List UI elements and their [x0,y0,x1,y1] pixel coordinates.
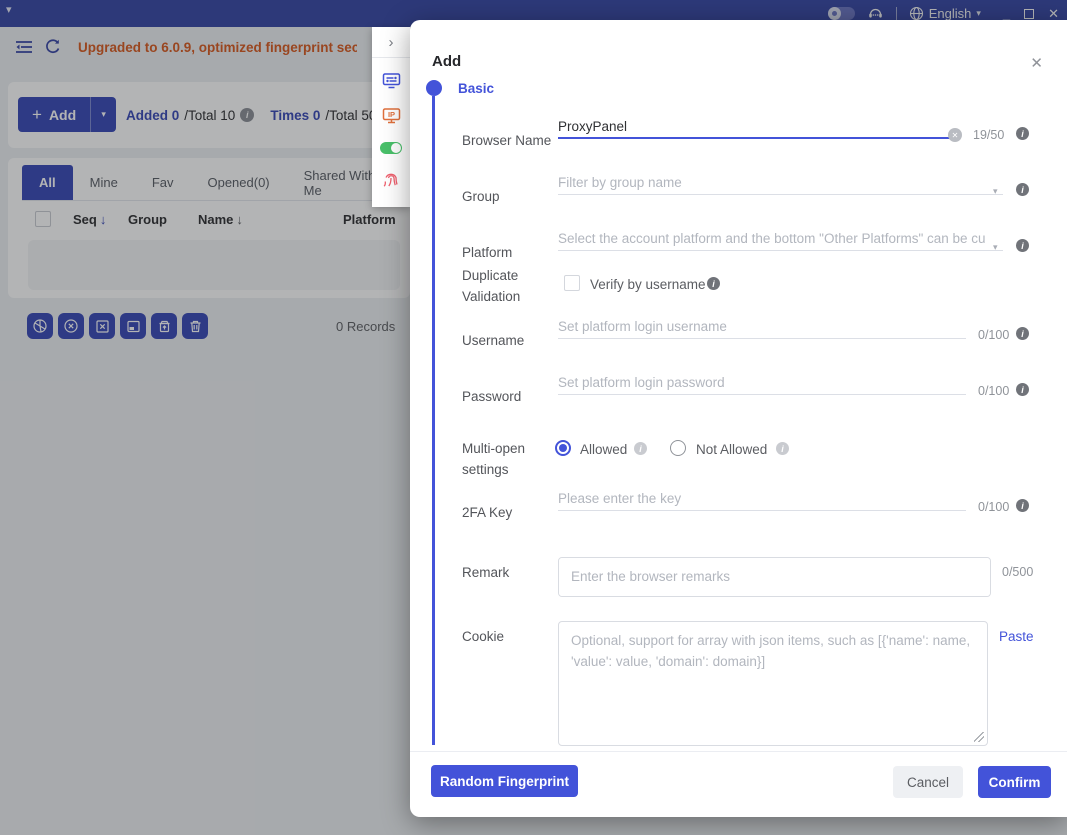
cookie-textarea[interactable] [558,621,988,746]
password-counter: 0/100 [978,384,1009,398]
proxy-toggle-icon[interactable] [380,142,402,154]
not-allowed-label[interactable]: Not Allowed [696,442,767,457]
password-label: Password [462,389,521,404]
verify-username-checkbox[interactable] [564,275,580,291]
platform-info-icon[interactable]: i [1016,239,1029,252]
remark-counter: 0/500 [1002,565,1033,579]
footer-divider [410,751,1067,752]
remark-label: Remark [462,565,509,580]
browser-name-counter: 19/50 [973,128,1004,142]
cancel-button[interactable]: Cancel [893,766,963,798]
not-allowed-info-icon[interactable]: i [776,442,789,455]
collapse-strip-chevron-icon[interactable]: › [389,27,394,57]
resize-handle[interactable] [974,732,984,742]
allowed-info-icon[interactable]: i [634,442,647,455]
username-counter: 0/100 [978,328,1009,342]
verify-username-label: Verify by username [590,277,706,292]
add-dialog: Add ✕ Basic Browser Name ✕ 19/50 i Group… [410,20,1067,817]
ip-monitor-icon[interactable]: IP [382,107,401,125]
twofa-counter: 0/100 [978,500,1009,514]
password-input[interactable] [558,371,966,395]
username-input[interactable] [558,315,966,339]
section-basic: Basic [458,81,494,96]
twofa-input[interactable] [558,487,966,511]
not-allowed-radio[interactable] [670,440,686,456]
group-select[interactable] [558,171,1003,195]
remark-textarea[interactable] [558,557,991,597]
group-info-icon[interactable]: i [1016,183,1029,196]
display-settings-icon[interactable] [382,72,401,90]
allowed-radio[interactable] [555,440,571,456]
basic-step-line [432,96,435,745]
multiopen-label: Multi-open settings [462,441,525,477]
username-info-icon[interactable]: i [1016,327,1029,340]
svg-text:IP: IP [387,110,394,119]
fingerprint-icon[interactable] [382,171,400,189]
dialog-title: Add [432,53,461,70]
twofa-info-icon[interactable]: i [1016,499,1029,512]
password-info-icon[interactable]: i [1016,383,1029,396]
basic-step-dot [426,80,442,96]
cookie-label: Cookie [462,629,504,644]
random-fingerprint-button[interactable]: Random Fingerprint [431,765,578,797]
platform-label: Platform [462,245,512,260]
clear-input-icon[interactable]: ✕ [948,128,962,142]
duplicate-validation-label: Duplicate Validation [462,268,520,304]
group-label: Group [462,189,500,204]
browser-name-input[interactable] [558,115,958,139]
verify-username-info-icon[interactable]: i [707,277,720,290]
platform-caret-icon[interactable]: ▾ [993,242,998,253]
group-caret-icon[interactable]: ▾ [993,186,998,197]
dialog-close-icon[interactable]: ✕ [1030,54,1043,72]
allowed-label[interactable]: Allowed [580,442,627,457]
quick-access-strip: › IP [372,27,410,207]
browser-name-info-icon[interactable]: i [1016,127,1029,140]
browser-name-label: Browser Name [462,133,551,148]
platform-select[interactable] [558,227,1003,251]
twofa-label: 2FA Key [462,505,512,520]
confirm-button[interactable]: Confirm [978,766,1051,798]
paste-link[interactable]: Paste [999,629,1034,644]
username-label: Username [462,333,524,348]
